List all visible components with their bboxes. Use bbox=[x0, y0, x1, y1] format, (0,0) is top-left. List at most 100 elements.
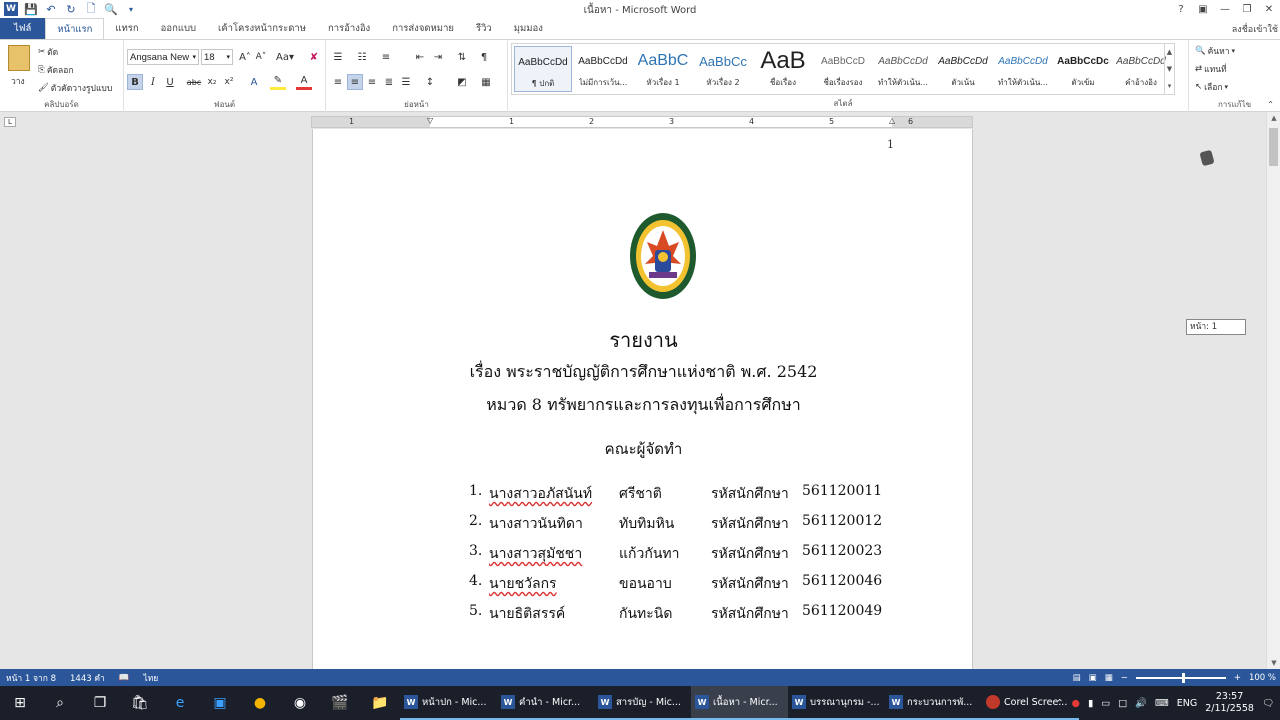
tab-references[interactable]: การอ้างอิง bbox=[317, 18, 381, 39]
bold-button[interactable]: B bbox=[127, 74, 143, 90]
style-title[interactable]: AaB ชื่อเรื่อง bbox=[754, 46, 812, 92]
shrink-font-icon[interactable]: A˅ bbox=[253, 49, 269, 65]
vertical-scrollbar[interactable]: ▲ ▼ bbox=[1266, 112, 1280, 669]
store-icon[interactable]: 🛍 bbox=[120, 686, 160, 720]
tray-app-icon[interactable]: ● bbox=[1072, 698, 1080, 709]
windows-start-icon[interactable]: ⊞ bbox=[0, 686, 40, 720]
superscript-button[interactable]: x² bbox=[221, 74, 237, 90]
replace-button[interactable]: ⇄ แทนที่ bbox=[1195, 62, 1227, 76]
justify-icon[interactable]: ≣ bbox=[381, 74, 397, 90]
align-center-icon[interactable]: ≡ bbox=[347, 74, 363, 90]
multilevel-list-icon[interactable]: ≡ bbox=[378, 49, 394, 65]
font-color-icon[interactable]: A bbox=[296, 74, 312, 90]
web-layout-icon[interactable]: ▦ bbox=[1105, 673, 1113, 683]
language-indicator[interactable]: ไทย bbox=[143, 671, 158, 685]
tab-design[interactable]: ออกแบบ bbox=[150, 18, 207, 39]
scroll-thumb[interactable] bbox=[1269, 128, 1278, 166]
align-left-icon[interactable]: ≡ bbox=[330, 74, 346, 90]
signin-link[interactable]: ลงชื่อเข้าใช้ bbox=[1232, 22, 1278, 36]
find-button[interactable]: 🔍 ค้นหา ▾ bbox=[1195, 44, 1235, 58]
paste-icon[interactable] bbox=[8, 45, 30, 71]
tab-file[interactable]: ไฟล์ bbox=[0, 18, 46, 39]
task-view-icon[interactable]: ❐ bbox=[80, 686, 120, 720]
tab-layout[interactable]: เค้าโครงหน้ากระดาษ bbox=[207, 18, 317, 39]
zoom-out-icon[interactable]: − bbox=[1121, 673, 1128, 683]
style-no-spacing[interactable]: AaBbCcDd ไม่มีการเว้น... bbox=[574, 46, 632, 92]
numbering-icon[interactable]: ☷ bbox=[354, 49, 370, 65]
input-language[interactable]: ENG bbox=[1177, 698, 1197, 709]
volume-icon[interactable]: 🔊 bbox=[1135, 698, 1147, 709]
close-button[interactable]: ✕ bbox=[1258, 0, 1280, 18]
style-emphasis[interactable]: AaBbCcDd ตัวเน้น bbox=[934, 46, 992, 92]
print-layout-icon[interactable]: ▣ bbox=[1089, 673, 1097, 683]
ribbon-display-icon[interactable]: ▣ bbox=[1192, 0, 1214, 18]
shading-icon[interactable]: ◩ bbox=[454, 74, 470, 90]
restore-button[interactable]: ❐ bbox=[1236, 0, 1258, 18]
style-heading-2[interactable]: AaBbCc หัวเรื่อง 2 bbox=[694, 46, 752, 92]
taskbar-app-cover[interactable]: W หน้าปก - Mic... bbox=[400, 686, 497, 720]
network-icon[interactable]: □ bbox=[1118, 698, 1127, 709]
style-quote[interactable]: AaBbCcDd คำอ้างอิง bbox=[1112, 46, 1170, 92]
change-case-icon[interactable]: Aa▾ bbox=[274, 49, 296, 65]
taskbar-app-toc[interactable]: W สารบัญ - Mic... bbox=[594, 686, 691, 720]
tab-review[interactable]: รีวิว bbox=[465, 18, 503, 39]
chevron-down-icon[interactable]: ▼ bbox=[1167, 65, 1172, 73]
tab-insert[interactable]: แทรก bbox=[104, 18, 149, 39]
show-marks-icon[interactable]: ¶ bbox=[476, 49, 492, 65]
zoom-knob[interactable] bbox=[1181, 672, 1185, 683]
sort-icon[interactable]: ⇅ bbox=[454, 49, 470, 65]
customize-qat-icon[interactable]: ▾ bbox=[124, 2, 138, 16]
font-name-box[interactable]: Angsana New ▾ bbox=[127, 49, 199, 65]
borders-icon[interactable]: ▦ bbox=[478, 74, 494, 90]
thai-distributed-icon[interactable]: ☰ bbox=[398, 74, 414, 90]
styles-scroll[interactable]: ▲ ▼ ▾ bbox=[1164, 44, 1174, 94]
document-page[interactable]: 1 รายงาน เรื่อง พระราชบัญญัติการศึกษาแห่… bbox=[312, 129, 973, 669]
read-mode-icon[interactable]: ▤ bbox=[1073, 673, 1081, 683]
proofing-icon[interactable]: 📖 bbox=[119, 673, 130, 683]
align-right-icon[interactable]: ≡ bbox=[364, 74, 380, 90]
indent-marker-icon[interactable]: ▽ bbox=[427, 116, 433, 125]
save-icon[interactable]: 💾 bbox=[24, 2, 38, 16]
style-intense-emphasis[interactable]: AaBbCcDd ทำให้ตัวเน้น... bbox=[994, 46, 1052, 92]
minimize-button[interactable]: — bbox=[1214, 0, 1236, 18]
text-effects-icon[interactable]: A bbox=[246, 74, 262, 90]
word-logo-icon[interactable]: W bbox=[4, 2, 18, 16]
chrome-icon[interactable]: ● bbox=[240, 686, 280, 720]
keyboard-icon[interactable]: ⌨ bbox=[1155, 698, 1169, 709]
line-spacing-icon[interactable]: ↕ bbox=[422, 74, 438, 90]
help-icon[interactable]: ? bbox=[1170, 0, 1192, 18]
collapse-ribbon-icon[interactable]: ⌃ bbox=[1267, 100, 1274, 109]
media-icon[interactable]: 🎬 bbox=[320, 686, 360, 720]
tab-view[interactable]: มุมมอง bbox=[503, 18, 554, 39]
chevron-up-icon[interactable]: ▲ bbox=[1167, 48, 1172, 56]
page-count[interactable]: หน้า 1 จาก 8 bbox=[6, 671, 56, 685]
horizontal-ruler[interactable]: 1 1 2 3 4 5 6 ▽ △ bbox=[311, 116, 973, 128]
zoom-level[interactable]: 100 % bbox=[1249, 673, 1276, 683]
taskbar-app-content[interactable]: W เนื้อหา - Micr... bbox=[691, 686, 788, 720]
underline-button[interactable]: U bbox=[162, 74, 178, 90]
paste-button[interactable]: วาง bbox=[11, 74, 25, 88]
clock[interactable]: 23:57 2/11/2558 bbox=[1205, 691, 1254, 715]
style-subtitle[interactable]: AaBbCcD ชื่อเรื่องรอง bbox=[814, 46, 872, 92]
tray-chevron-icon[interactable]: ⌃ bbox=[1056, 698, 1064, 709]
word-count[interactable]: 1443 คำ bbox=[70, 671, 105, 685]
taskbar-app-preface[interactable]: W คำนำ - Micr... bbox=[497, 686, 594, 720]
highlight-icon[interactable]: ✎ bbox=[270, 74, 286, 90]
style-subtle-emphasis[interactable]: AaBbCcDd ทำให้ตัวเน้น... bbox=[874, 46, 932, 92]
tab-home[interactable]: หน้าแรก bbox=[45, 18, 105, 39]
zoom-in-icon[interactable]: + bbox=[1234, 673, 1241, 683]
redo-icon[interactable]: ↻ bbox=[64, 2, 78, 16]
tray-device-icon[interactable]: ▮ bbox=[1088, 698, 1093, 709]
strikethrough-button[interactable]: abc bbox=[186, 74, 202, 90]
file-explorer-icon[interactable]: 📁 bbox=[360, 686, 400, 720]
tab-mailings[interactable]: การส่งจดหมาย bbox=[381, 18, 465, 39]
format-painter-button[interactable]: 🖌 ตัวคัดวางรูปแบบ bbox=[38, 81, 112, 95]
taskbar-app-bibliography[interactable]: W บรรณานุกรม -... bbox=[788, 686, 885, 720]
font-size-box[interactable]: 18 ▾ bbox=[201, 49, 233, 65]
scroll-down-icon[interactable]: ▼ bbox=[1267, 659, 1280, 667]
right-indent-marker-icon[interactable]: △ bbox=[889, 116, 895, 125]
zoom-slider[interactable] bbox=[1135, 672, 1226, 683]
search-icon[interactable]: ⌕ bbox=[40, 686, 80, 720]
remote-desktop-icon[interactable]: ▣ bbox=[200, 686, 240, 720]
increase-indent-icon[interactable]: ⇥ bbox=[430, 49, 446, 65]
